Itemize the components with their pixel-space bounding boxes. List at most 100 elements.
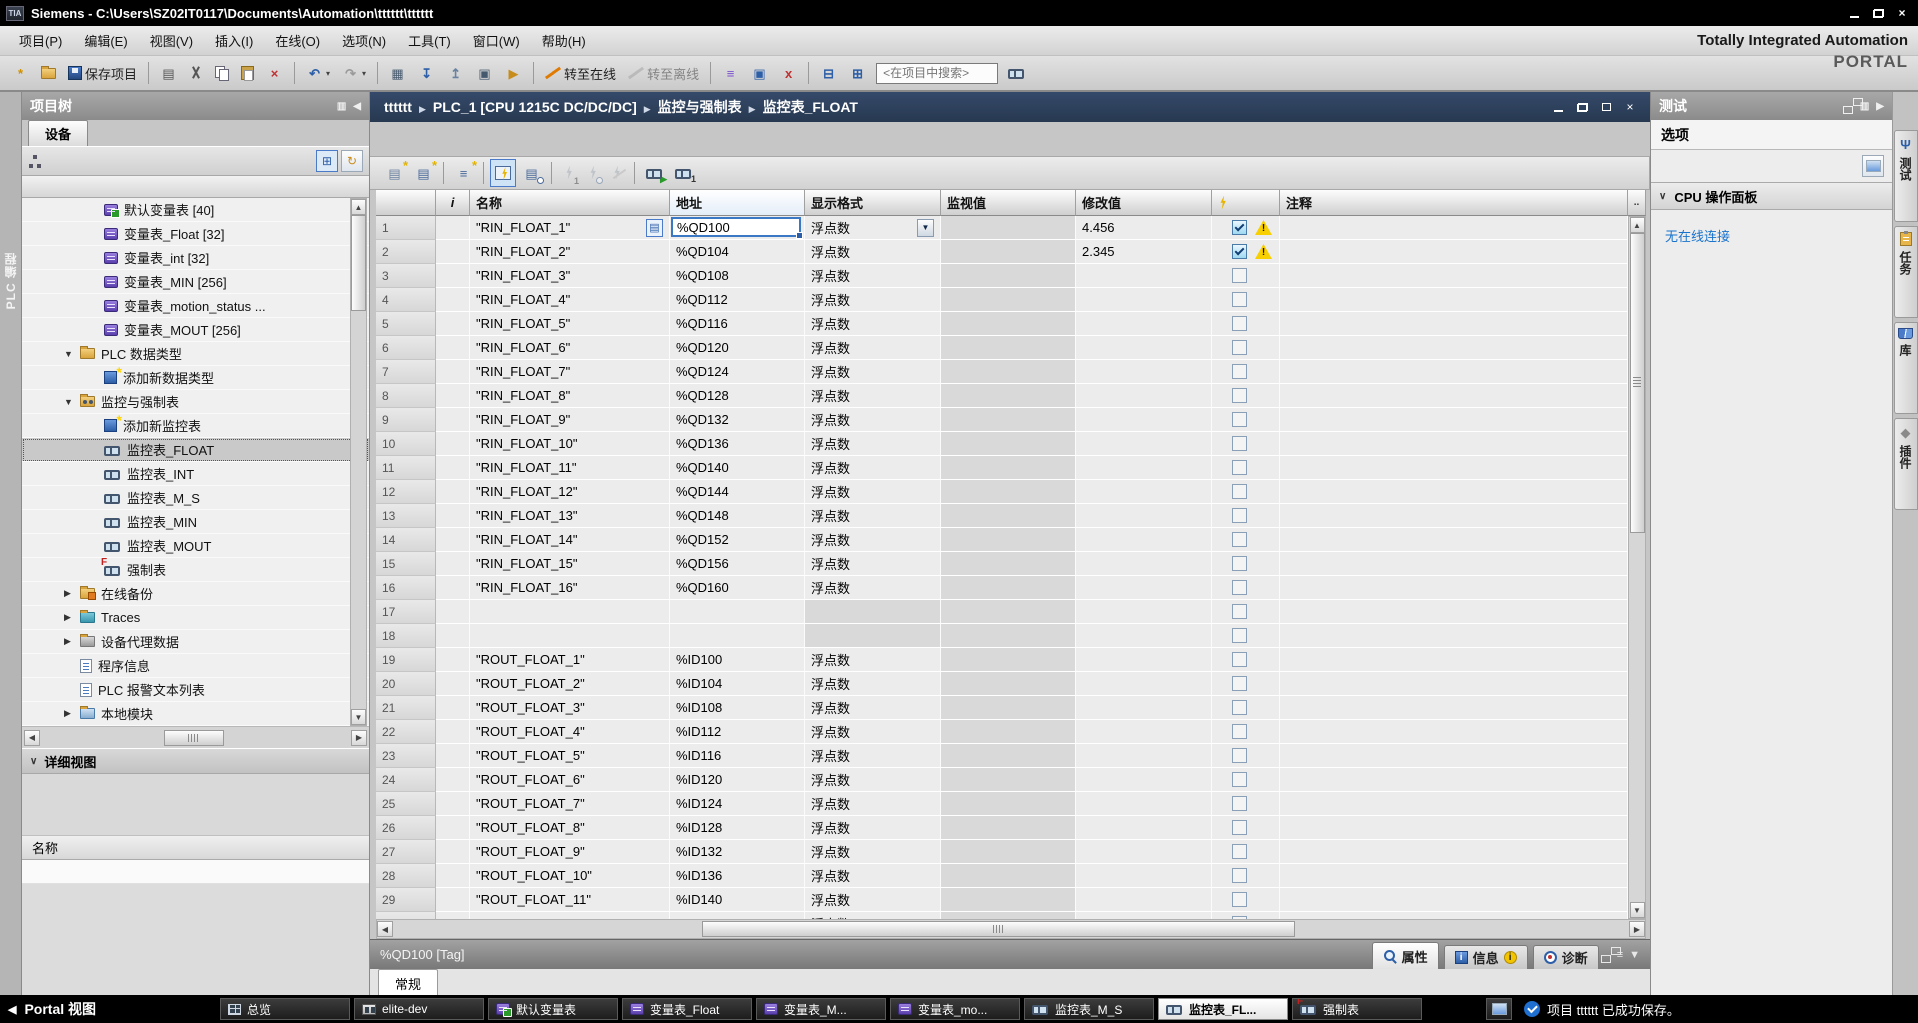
expander-right-icon[interactable]: ▶	[64, 588, 80, 599]
comment-cell[interactable]	[1280, 840, 1628, 864]
modify-enable-checkbox[interactable]	[1232, 724, 1247, 739]
right-tab-1[interactable]: 任务	[1894, 226, 1918, 318]
table-row[interactable]: 3"RIN_FLOAT_3"%QD108浮点数	[376, 264, 1628, 288]
modify-once-button[interactable]: 1	[558, 159, 580, 187]
comment-cell[interactable]	[1280, 600, 1628, 624]
comment-cell[interactable]	[1280, 240, 1628, 264]
tree-item-3[interactable]: 变量表_MIN [256]	[22, 270, 369, 294]
comment-cell[interactable]	[1280, 336, 1628, 360]
modify-value-cell[interactable]	[1076, 360, 1212, 384]
expander-down-icon[interactable]: ▼	[64, 397, 80, 407]
editor-minimize-button[interactable]	[1548, 99, 1568, 115]
tag-name-cell[interactable]: "RIN_FLOAT_8"	[470, 384, 670, 408]
modify-value-cell[interactable]	[1076, 624, 1212, 648]
inspector-tab-0[interactable]: 属性	[1372, 942, 1439, 969]
display-format-cell[interactable]: 浮点数	[805, 864, 941, 888]
modify-enable-checkbox[interactable]	[1232, 628, 1247, 643]
copy-button[interactable]	[210, 60, 234, 86]
modify-value-cell[interactable]	[1076, 552, 1212, 576]
comment-cell[interactable]	[1280, 912, 1628, 919]
address-cell[interactable]: %QD112	[670, 288, 805, 312]
tree-item-8[interactable]: ▼监控与强制表	[22, 390, 369, 414]
display-format-cell[interactable]: 浮点数	[805, 888, 941, 912]
modify-enable-checkbox[interactable]	[1232, 340, 1247, 355]
tree-item-17[interactable]: ▶Traces	[22, 606, 369, 630]
tree-item-12[interactable]: 监控表_M_S	[22, 486, 369, 510]
address-cell[interactable]: %QD116	[670, 312, 805, 336]
inspector-tab-2[interactable]: 诊断	[1533, 945, 1599, 969]
tree-view-icon[interactable]	[28, 155, 42, 168]
taskbar-button-7[interactable]: 监控表_FL...	[1158, 998, 1288, 1020]
table-row[interactable]: 26"ROUT_FLOAT_8"%ID128浮点数	[376, 816, 1628, 840]
modify-enable-checkbox[interactable]	[1232, 532, 1247, 547]
collapse-inspector-button[interactable]: ▼	[1629, 949, 1640, 961]
tree-item-4[interactable]: 变量表_motion_status ...	[22, 294, 369, 318]
tag-name-cell[interactable]	[470, 624, 670, 648]
address-cell[interactable]: %QD136	[670, 432, 805, 456]
format-column-header[interactable]: 显示格式	[805, 190, 941, 216]
modify-enable-checkbox[interactable]	[1232, 460, 1247, 475]
tag-name-cell[interactable]: "ROUT_FLOAT_2"	[470, 672, 670, 696]
table-hscroll-track[interactable]	[393, 921, 1629, 937]
comment-cell[interactable]	[1280, 528, 1628, 552]
address-cell[interactable]: %ID140	[670, 888, 805, 912]
comment-cell[interactable]	[1280, 768, 1628, 792]
address-cell[interactable]: %QD132	[670, 408, 805, 432]
tree-vertical-scrollbar[interactable]: ▲▼	[350, 198, 367, 726]
breadcrumb-item-1[interactable]: PLC_1 [CPU 1215C DC/DC/DC]	[433, 99, 637, 115]
modify-trigger-button[interactable]	[582, 159, 604, 187]
modify-value-cell[interactable]	[1076, 744, 1212, 768]
inspector-tab-1[interactable]: i信息i	[1444, 945, 1528, 969]
menu-item-1[interactable]: 编辑(E)	[73, 27, 138, 54]
display-format-cell[interactable]: 浮点数	[805, 648, 941, 672]
display-format-cell[interactable]: 浮点数	[805, 384, 941, 408]
monitor-once-button[interactable]: ▤	[518, 159, 545, 187]
comment-cell[interactable]	[1280, 360, 1628, 384]
display-format-cell[interactable]: 浮点数	[805, 528, 941, 552]
modify-enable-checkbox[interactable]	[1232, 844, 1247, 859]
display-format-cell[interactable]: 浮点数	[805, 576, 941, 600]
table-row[interactable]: 11"RIN_FLOAT_11"%QD140浮点数	[376, 456, 1628, 480]
collapse-panel-icon[interactable]: ◀	[353, 101, 361, 112]
tag-name-cell[interactable]: "ROUT_FLOAT_1"	[470, 648, 670, 672]
display-format-cell[interactable]: 浮点数▼	[805, 216, 941, 240]
comment-cell[interactable]	[1280, 744, 1628, 768]
address-cell[interactable]: %QD144	[670, 480, 805, 504]
tag-name-cell[interactable]: "RIN_FLOAT_7"	[470, 360, 670, 384]
taskbar-button-0[interactable]: 总览	[220, 998, 350, 1020]
table-row[interactable]: 8"RIN_FLOAT_8"%QD128浮点数	[376, 384, 1628, 408]
modify-enable-checkbox[interactable]	[1232, 868, 1247, 883]
display-format-cell[interactable]	[805, 624, 941, 648]
cpu-operator-panel-header[interactable]: ∨ CPU 操作面板	[1651, 182, 1892, 210]
tree-item-15[interactable]: F强制表	[22, 558, 369, 582]
display-format-cell[interactable]: 浮点数	[805, 696, 941, 720]
go-online-button[interactable]: 转至在线	[540, 60, 621, 86]
tag-name-cell[interactable]: "ROUT_FLOAT_4"	[470, 720, 670, 744]
modify-enable-checkbox[interactable]	[1232, 316, 1247, 331]
accessible-devices-button[interactable]: ≡	[717, 60, 744, 86]
modify-enable-checkbox[interactable]	[1232, 772, 1247, 787]
address-cell[interactable]: %ID128	[670, 816, 805, 840]
tag-name-cell[interactable]: "RIN_FLOAT_4"	[470, 288, 670, 312]
modify-enable-checkbox[interactable]	[1232, 556, 1247, 571]
table-row[interactable]: 27"ROUT_FLOAT_9"%ID132浮点数	[376, 840, 1628, 864]
tab-devices[interactable]: 设备	[28, 120, 88, 146]
panel-options-icon[interactable]: ▥	[337, 101, 346, 112]
comment-cell[interactable]	[1280, 672, 1628, 696]
tree-item-1[interactable]: 变量表_Float [32]	[22, 222, 369, 246]
right-tab-3[interactable]: ◆插件	[1894, 418, 1918, 510]
address-cell[interactable]: %QD128	[670, 384, 805, 408]
address-cell[interactable]: %ID100	[670, 648, 805, 672]
menu-item-7[interactable]: 窗口(W)	[462, 27, 531, 54]
display-format-cell[interactable]: 浮点数	[805, 768, 941, 792]
table-row[interactable]: 25"ROUT_FLOAT_7"%ID124浮点数	[376, 792, 1628, 816]
modify-enable-checkbox[interactable]	[1232, 580, 1247, 595]
modify-enable-checkbox[interactable]	[1232, 916, 1247, 919]
table-row[interactable]: 7"RIN_FLOAT_7"%QD124浮点数	[376, 360, 1628, 384]
tree-item-16[interactable]: ▶在线备份	[22, 582, 369, 606]
modify-enable-checkbox[interactable]	[1232, 484, 1247, 499]
modify-value-cell[interactable]	[1076, 456, 1212, 480]
tree-horizontal-scrollbar[interactable]: ◀ ▶	[22, 726, 369, 748]
table-row[interactable]: 1"RIN_FLOAT_1"▤%QD100浮点数▼4.456!	[376, 216, 1628, 240]
expand-force-button[interactable]: ▶	[641, 159, 668, 187]
